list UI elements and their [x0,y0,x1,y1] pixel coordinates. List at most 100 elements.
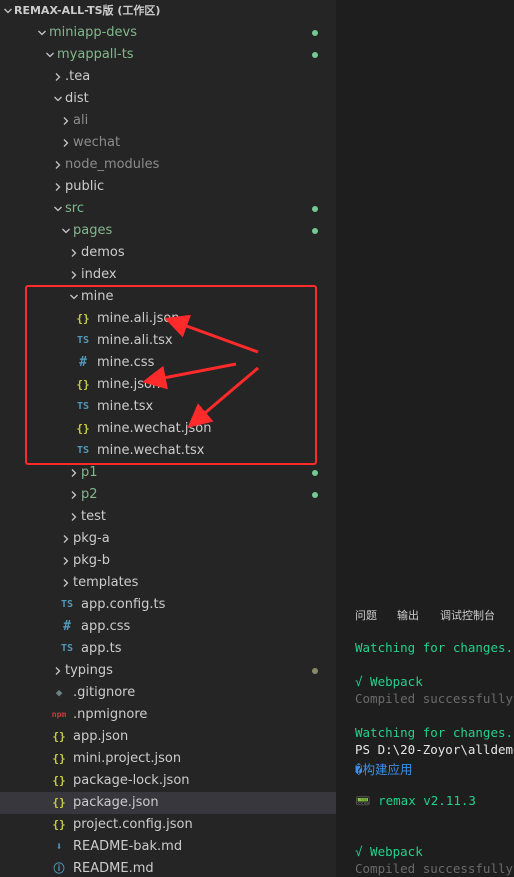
folder-ali[interactable]: ali [0,110,336,132]
folder-node-modules[interactable]: node_modules [0,154,336,176]
json-file-icon: {} [52,818,66,831]
tree-item-label: mine.ali.tsx [97,333,173,348]
json-file-icon: {} [76,312,90,325]
git-status-dot [312,206,318,212]
file-app-css[interactable]: # app.css [0,616,336,638]
chevron-right-icon [60,132,72,154]
file-app-config-ts[interactable]: TS app.config.ts [0,594,336,616]
css-file-icon: # [63,619,71,634]
json-file-icon: {} [52,796,66,809]
tab-output[interactable]: 输出 [397,607,419,623]
tree-item-label: package.json [73,795,159,810]
ts-file-icon: TS [76,401,90,412]
terminal-line: Compiled successfully [355,861,514,876]
file-readme-md[interactable]: ⓘ README.md [0,858,336,877]
folder-p1[interactable]: p1 [0,462,336,484]
folder-pages[interactable]: pages [0,220,336,242]
chevron-right-icon [68,462,80,484]
file-mine-wechat-json[interactable]: {} mine.wechat.json [0,418,336,440]
tree-item-label: dist [65,91,89,106]
terminal-line: PS D:\20-Zoyor\alldemos [355,742,514,757]
folder-typings[interactable]: typings [0,660,336,682]
file-mine-tsx[interactable]: TS mine.tsx [0,396,336,418]
folder-demos[interactable]: demos [0,242,336,264]
file-app-json[interactable]: {} app.json [0,726,336,748]
tree-item-label: pkg-b [73,553,110,568]
tree-item-label: miniapp-devs [49,25,138,40]
tree-item-label: wechat [73,135,121,150]
tree-item-label: mine.ali.json [97,311,180,326]
chevron-right-icon [68,242,80,264]
workspace-title: REMAX-ALL-TS版 (工作区) [14,4,161,17]
file-mine-css[interactable]: # mine.css [0,352,336,374]
file-mine-json[interactable]: {} mine.json [0,374,336,396]
file-package-json[interactable]: {} package.json [0,792,336,814]
chevron-right-icon [68,264,80,286]
chevron-down-icon [52,198,64,220]
folder-wechat[interactable]: wechat [0,132,336,154]
tree-item-label: test [81,509,106,524]
terminal-line: �构建应用 [355,762,413,777]
folder-src[interactable]: src [0,198,336,220]
chevron-down-icon [44,44,56,66]
git-status-dot [312,52,318,58]
tree-item-label: app.config.ts [81,597,166,612]
folder-myappall-ts[interactable]: myappall-ts [0,44,336,66]
file-project-config-json[interactable]: {} project.config.json [0,814,336,836]
terminal-line: Watching for changes... [355,725,514,740]
workspace-header[interactable]: REMAX-ALL-TS版 (工作区) [0,0,336,22]
folder-pkg-a[interactable]: pkg-a [0,528,336,550]
tree-item-label: README.md [73,861,154,876]
file-mine-ali-json[interactable]: {} mine.ali.json [0,308,336,330]
file-app-ts[interactable]: TS app.ts [0,638,336,660]
folder-templates[interactable]: templates [0,572,336,594]
json-file-icon: {} [76,422,90,435]
tree-item-label: app.css [81,619,131,634]
tab-debug-console[interactable]: 调试控制台 [440,607,495,623]
info-file-icon: ⓘ [53,862,65,875]
folder-index[interactable]: index [0,264,336,286]
tree-item-label: typings [65,663,113,678]
terminal-line: Compiled successfully [355,691,514,706]
tree-item-label: demos [81,245,125,260]
folder-test[interactable]: test [0,506,336,528]
chevron-right-icon [60,110,72,132]
git-status-dot [312,30,318,36]
folder-public[interactable]: public [0,176,336,198]
json-file-icon: {} [76,378,90,391]
file-mine-ali-tsx[interactable]: TS mine.ali.tsx [0,330,336,352]
tree-item-label: node_modules [65,157,160,172]
file-gitignore[interactable]: ◆ .gitignore [0,682,336,704]
folder-miniapp-devs[interactable]: miniapp-devs [0,22,336,44]
folder-tea[interactable]: .tea [0,66,336,88]
git-status-dot [312,668,318,674]
chevron-right-icon [52,660,64,682]
chevron-down-icon [36,22,48,44]
chevron-down-icon [2,0,14,22]
tree-item-label: pages [73,223,113,238]
json-file-icon: {} [52,752,66,765]
tree-item-label: templates [73,575,139,590]
tab-problems[interactable]: 问题 [355,607,377,623]
folder-mine[interactable]: mine [0,286,336,308]
folder-dist[interactable]: dist [0,88,336,110]
tree-item-label: mine.css [97,355,155,370]
chevron-right-icon [68,484,80,506]
explorer-sidebar: REMAX-ALL-TS版 (工作区) miniapp-devs myappall… [0,0,336,877]
file-readme-bak-md[interactable]: ⬇ README-bak.md [0,836,336,858]
file-package-lock-json[interactable]: {} package-lock.json [0,770,336,792]
folder-pkg-b[interactable]: pkg-b [0,550,336,572]
folder-p2[interactable]: p2 [0,484,336,506]
chevron-right-icon [52,176,64,198]
tree-item-label: p1 [81,465,98,480]
tree-item-label: mine.wechat.json [97,421,212,436]
ts-file-icon: TS [60,643,74,654]
tree-item-label: .npmignore [73,707,148,722]
tree-item-label: myappall-ts [57,47,134,62]
git-file-icon: ◆ [55,686,63,699]
file-mini-project-json[interactable]: {} mini.project.json [0,748,336,770]
file-mine-wechat-tsx[interactable]: TS mine.wechat.tsx [0,440,336,462]
chevron-right-icon [52,66,64,88]
npm-file-icon: npm [51,710,67,719]
file-npmignore[interactable]: npm .npmignore [0,704,336,726]
